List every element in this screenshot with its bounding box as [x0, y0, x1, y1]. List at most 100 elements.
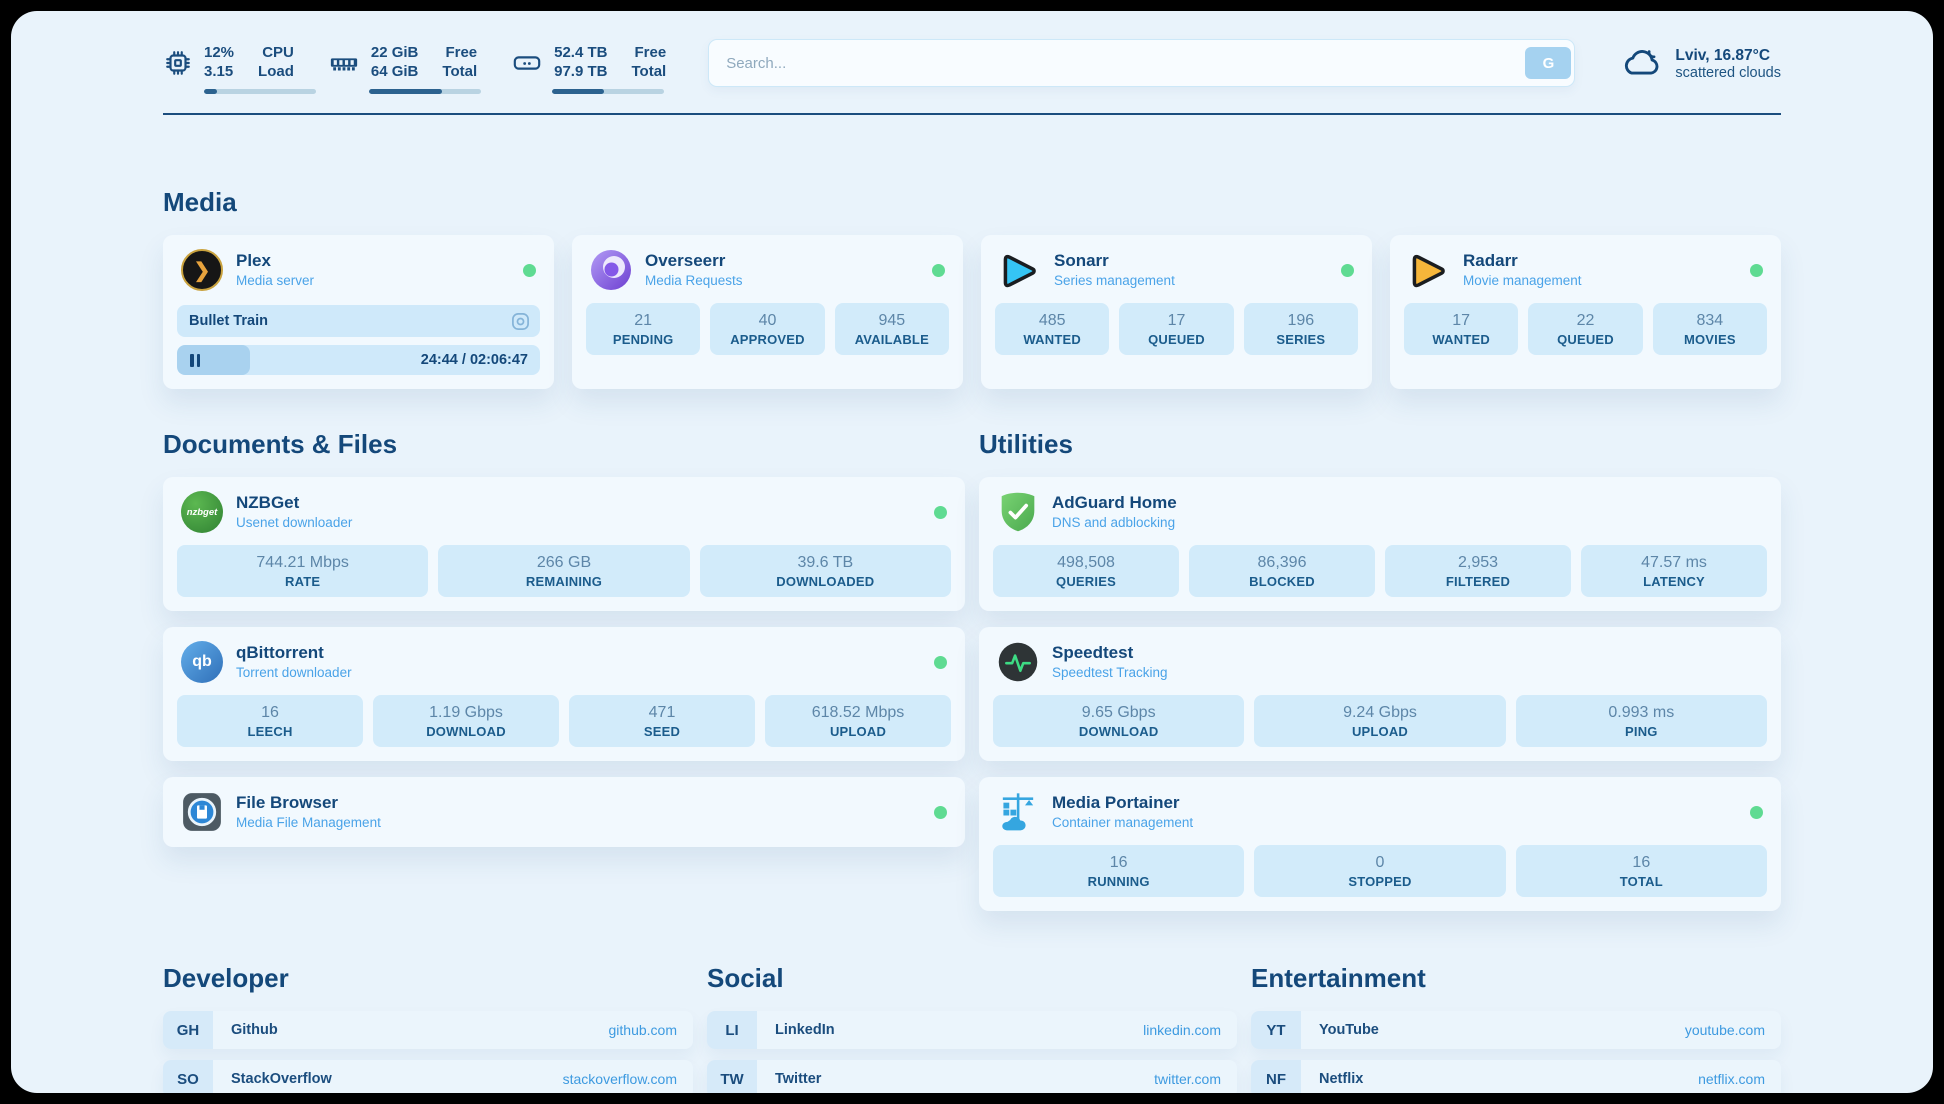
- search-input[interactable]: [712, 54, 1525, 73]
- plex-now-playing-title: Bullet Train: [189, 313, 511, 329]
- filebrowser-subtitle: Media File Management: [236, 814, 381, 832]
- section-title-media: Media: [163, 187, 1781, 218]
- search-bar: G: [708, 39, 1575, 87]
- bookmark-group-developer: Developer GH Github github.com SO StackO…: [163, 963, 693, 1093]
- bookmark-github[interactable]: GH Github github.com: [163, 1011, 693, 1049]
- filebrowser-title: File Browser: [236, 792, 381, 814]
- ram-free-value: 22 GiB: [371, 44, 419, 63]
- cpu-load-value: 3.15: [204, 63, 234, 82]
- overseerr-stat-approved: 40 APPROVED: [710, 303, 824, 355]
- bookmark-netflix[interactable]: NF Netflix netflix.com: [1251, 1060, 1781, 1093]
- adguard-icon: [997, 491, 1039, 533]
- plex-card[interactable]: ❯ Plex Media server Bullet Train: [163, 235, 554, 389]
- media-card-grid: ❯ Plex Media server Bullet Train: [163, 235, 1781, 389]
- top-bar: 12% CPU 3.15 Load: [163, 39, 1781, 99]
- bookmark-twitter[interactable]: TW Twitter twitter.com: [707, 1060, 1237, 1093]
- plex-subtitle: Media server: [236, 272, 314, 290]
- radarr-stat-wanted: 17 WANTED: [1404, 303, 1518, 355]
- bookmark-name: StackOverflow: [213, 1071, 332, 1087]
- nzbget-status-dot: [934, 506, 947, 519]
- nzbget-stat-remaining: 266 GB REMAINING: [438, 545, 689, 597]
- speedtest-card[interactable]: Speedtest Speedtest Tracking 9.65 Gbps D…: [979, 627, 1781, 761]
- bookmark-linkedin[interactable]: LI LinkedIn linkedin.com: [707, 1011, 1237, 1049]
- adguard-stat-latency: 47.57 ms LATENCY: [1581, 545, 1767, 597]
- section-title-utilities: Utilities: [979, 429, 1781, 460]
- bookmark-name: Netflix: [1301, 1071, 1363, 1087]
- radarr-subtitle: Movie management: [1463, 272, 1582, 290]
- portainer-status-dot: [1750, 806, 1763, 819]
- bookmark-abbr: GH: [163, 1011, 213, 1049]
- bookmark-youtube[interactable]: YT YouTube youtube.com: [1251, 1011, 1781, 1049]
- portainer-icon: [997, 791, 1039, 833]
- disk-total-value: 97.9 TB: [554, 63, 607, 82]
- overseerr-subtitle: Media Requests: [645, 272, 743, 290]
- disk-free-label: Free: [631, 44, 666, 63]
- bookmark-url: linkedin.com: [1143, 1022, 1237, 1038]
- speedtest-stat-download: 9.65 Gbps DOWNLOAD: [993, 695, 1244, 747]
- adguard-title: AdGuard Home: [1052, 492, 1177, 514]
- plex-now-playing-row: Bullet Train: [177, 305, 540, 337]
- plex-progress-bar: 24:44 / 02:06:47: [177, 345, 540, 375]
- header-divider: [163, 113, 1781, 115]
- filebrowser-status-dot: [934, 806, 947, 819]
- bookmark-abbr: TW: [707, 1060, 757, 1093]
- cloud-icon: [1621, 46, 1663, 83]
- adguard-card[interactable]: AdGuard Home DNS and adblocking 498,508 …: [979, 477, 1781, 611]
- qbittorrent-title: qBittorrent: [236, 642, 352, 664]
- adguard-stat-blocked: 86,396 BLOCKED: [1189, 545, 1375, 597]
- cpu-usage-value: 12%: [204, 44, 234, 63]
- portainer-card[interactable]: Media Portainer Container management 16 …: [979, 777, 1781, 911]
- sonarr-card[interactable]: Sonarr Series management 485 WANTED 17 Q…: [981, 235, 1372, 389]
- search-engine-button[interactable]: G: [1525, 47, 1571, 79]
- overseerr-stat-pending: 21 PENDING: [586, 303, 700, 355]
- dashboard-frame: 12% CPU 3.15 Load: [11, 11, 1933, 1093]
- bookmark-name: Github: [213, 1022, 278, 1038]
- dashboard-screen: 12% CPU 3.15 Load: [0, 0, 1944, 1104]
- speedtest-stat-ping: 0.993 ms PING: [1516, 695, 1767, 747]
- sonarr-title: Sonarr: [1054, 250, 1175, 272]
- section-title-developer: Developer: [163, 963, 693, 994]
- disk-progress-track: [552, 89, 664, 94]
- radarr-card[interactable]: Radarr Movie management 17 WANTED 22 QUE…: [1390, 235, 1781, 389]
- radarr-status-dot: [1750, 264, 1763, 277]
- radarr-title: Radarr: [1463, 250, 1582, 272]
- filebrowser-icon: [181, 791, 223, 833]
- bookmark-url: stackoverflow.com: [563, 1071, 693, 1087]
- qbittorrent-card[interactable]: qb qBittorrent Torrent downloader 16 LEE…: [163, 627, 965, 761]
- utilities-column: Utilities: [979, 429, 1781, 911]
- sonarr-stat-queued: 17 QUEUED: [1119, 303, 1233, 355]
- bookmark-abbr: LI: [707, 1011, 757, 1049]
- sonarr-stat-series: 196 SERIES: [1244, 303, 1358, 355]
- adguard-subtitle: DNS and adblocking: [1052, 514, 1177, 532]
- pause-icon[interactable]: [190, 354, 200, 367]
- weather-widget[interactable]: Lviv, 16.87°C scattered clouds: [1621, 46, 1781, 93]
- ram-stat: 22 GiB Free 64 GiB Total: [328, 44, 477, 94]
- adguard-stat-queries: 498,508 QUERIES: [993, 545, 1179, 597]
- sonarr-subtitle: Series management: [1054, 272, 1175, 290]
- nzbget-card[interactable]: nzbget NZBGet Usenet downloader 744.21 M…: [163, 477, 965, 611]
- sonarr-stat-wanted: 485 WANTED: [995, 303, 1109, 355]
- overseerr-status-dot: [932, 264, 945, 277]
- qbittorrent-stat-download: 1.19 Gbps DOWNLOAD: [373, 695, 559, 747]
- filebrowser-card[interactable]: File Browser Media File Management: [163, 777, 965, 847]
- cpu-progress-fill: [204, 89, 217, 94]
- portainer-subtitle: Container management: [1052, 814, 1193, 832]
- bookmark-stackoverflow[interactable]: SO StackOverflow stackoverflow.com: [163, 1060, 693, 1093]
- ram-icon: [328, 48, 360, 78]
- bookmark-abbr: YT: [1251, 1011, 1301, 1049]
- adguard-stat-filtered: 2,953 FILTERED: [1385, 545, 1571, 597]
- radarr-stat-movies: 834 MOVIES: [1653, 303, 1767, 355]
- disk-progress-fill: [552, 89, 604, 94]
- overseerr-title: Overseerr: [645, 250, 743, 272]
- qbittorrent-status-dot: [934, 656, 947, 669]
- qbittorrent-subtitle: Torrent downloader: [236, 664, 352, 682]
- bookmark-abbr: SO: [163, 1060, 213, 1093]
- plex-session-icon[interactable]: [511, 312, 530, 331]
- speedtest-icon: [997, 641, 1039, 683]
- section-title-documents: Documents & Files: [163, 429, 965, 460]
- ram-free-label: Free: [442, 44, 477, 63]
- nzbget-stat-rate: 744.21 Mbps RATE: [177, 545, 428, 597]
- overseerr-card[interactable]: Overseerr Media Requests 21 PENDING 40 A…: [572, 235, 963, 389]
- bookmark-url: netflix.com: [1698, 1071, 1781, 1087]
- portainer-stat-running: 16 RUNNING: [993, 845, 1244, 897]
